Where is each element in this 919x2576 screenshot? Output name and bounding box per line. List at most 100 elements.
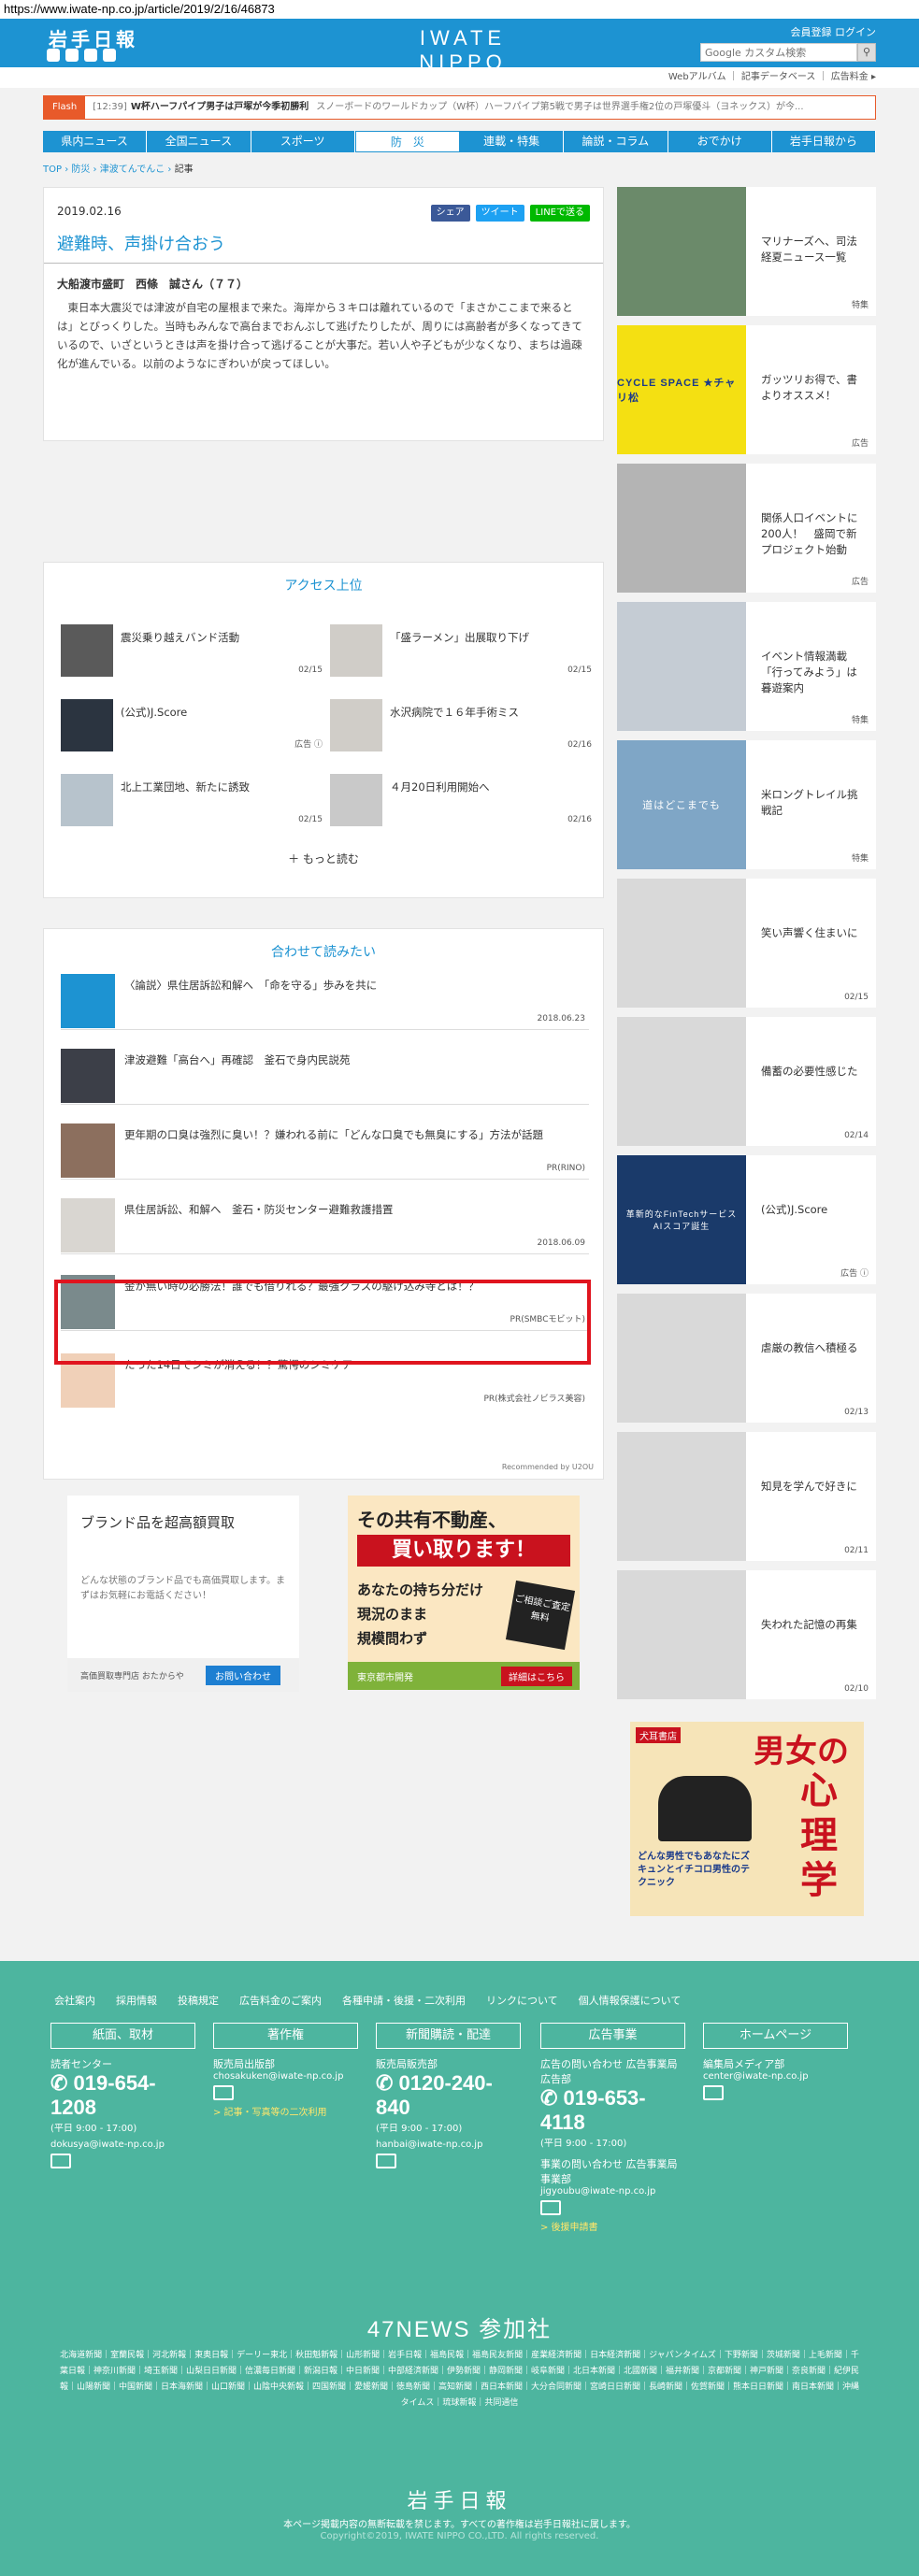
- email[interactable]: dokusya@iwate-np.co.jp: [50, 2140, 195, 2150]
- recommended-by[interactable]: Recommended by U2OU: [502, 1463, 594, 1471]
- footer-link[interactable]: 広告料金のご案内: [239, 1993, 322, 2008]
- mail-icon[interactable]: [703, 2085, 724, 2100]
- related-item[interactable]: 更年期の口臭は強烈に臭い！？嫌われる前に「どんな口臭でも無臭にする」方法が話題 …: [61, 1114, 589, 1180]
- ranking-title[interactable]: 水沢病院で１６年手術ミス: [390, 705, 586, 720]
- twitter-share-button[interactable]: ツイート: [475, 205, 524, 222]
- mail-icon[interactable]: [50, 2154, 71, 2168]
- footer-link[interactable]: 会社案内: [54, 1993, 95, 2008]
- ranking-title[interactable]: 震災乗り越えバンド活動: [121, 630, 317, 645]
- flash-headline[interactable]: W杯ハーフパイプ男子は戸塚が今季初勝利: [131, 96, 309, 119]
- related-item[interactable]: 県住居訴訟、和解へ 釜石・防災センター避難救護措置 2018.06.09: [61, 1189, 589, 1254]
- nav-sports[interactable]: スポーツ: [251, 131, 355, 152]
- related-item[interactable]: 〈論説〉県住居訴訟和解へ 「命を守る」歩みを共に 2018.06.23: [61, 965, 589, 1030]
- ad-detail-button[interactable]: 詳細はこちら: [501, 1667, 572, 1686]
- secondary-use-link[interactable]: > 記事・写真等の二次利用: [213, 2104, 358, 2118]
- footer-link[interactable]: リンクについて: [486, 1993, 558, 2008]
- related-item-title[interactable]: 県住居訴訟、和解へ 釜石・防災センター避難救護措置: [124, 1202, 582, 1217]
- sidebar-item[interactable]: イベント情報満載「行ってみよう」は暮遊案内 特集: [617, 602, 876, 731]
- psychology-book-ad[interactable]: 犬耳書店 男女の 心理学 どんな男性でもあなたにズキュンとイチコロ男性のテクニッ…: [630, 1722, 864, 1916]
- ranking-title[interactable]: (公式)J.Score: [121, 705, 317, 720]
- sidebar-item-title[interactable]: 失われた記憶の再集: [761, 1617, 864, 1633]
- ad-contact-button[interactable]: お問い合わせ: [206, 1666, 280, 1685]
- sidebar-item[interactable]: 知見を学んで好きに 02/11: [617, 1432, 876, 1561]
- facebook-icon[interactable]: [65, 49, 79, 62]
- sidebar-item[interactable]: 笑い声響く住まいに 02/15: [617, 879, 876, 1008]
- site-logo[interactable]: 岩手日報: [49, 24, 138, 51]
- breadcrumb-top[interactable]: TOP: [43, 165, 62, 175]
- sidebar-item[interactable]: CYCLE SPACE ★チャリ松 ガッツリお得で、書よりオススメ！ 広告: [617, 325, 876, 454]
- facebook-share-button[interactable]: シェア: [430, 205, 470, 222]
- instagram-icon[interactable]: [84, 49, 97, 62]
- ranking-item[interactable]: (公式)J.Score 広告 ⓘ: [61, 699, 323, 751]
- search-icon[interactable]: ⚲: [857, 43, 876, 62]
- mail-icon[interactable]: [540, 2200, 561, 2215]
- nav-disaster[interactable]: 防 災: [354, 131, 460, 152]
- 47news-title[interactable]: 47NEWS 参加社: [0, 2311, 919, 2343]
- flash-news-bar[interactable]: Flash [12:39] W杯ハーフパイプ男子は戸塚が今季初勝利 スノーボード…: [43, 95, 876, 120]
- nav-outing[interactable]: おでかけ: [668, 131, 772, 152]
- flash-text[interactable]: スノーボードのワールドカップ（W杯）ハーフパイプ第5戦で男子は世界選手権2位の戸…: [316, 96, 803, 119]
- real-estate-ad[interactable]: その共有不動産、 買い取ります！ あなたの持ち分だけ 現況のまま 規模問わず ご…: [348, 1496, 580, 1690]
- sidebar-item-title[interactable]: イベント情報満載「行ってみよう」は暮遊案内: [761, 649, 864, 696]
- more-button[interactable]: ＋ もっと読む: [44, 851, 603, 866]
- sidebar-item-title[interactable]: 米ロングトレイル挑戦記: [761, 787, 864, 819]
- email[interactable]: hanbai@iwate-np.co.jp: [376, 2140, 521, 2150]
- brand-name[interactable]: IWATE NIPPO: [374, 26, 552, 75]
- nav-opinion[interactable]: 論説・コラム: [564, 131, 668, 152]
- nav-features[interactable]: 連載・特集: [460, 131, 565, 152]
- related-item-title[interactable]: 〈論説〉県住居訴訟和解へ 「命を守る」歩みを共に: [124, 978, 582, 993]
- footer-logo[interactable]: 岩手日報: [0, 2484, 919, 2514]
- sidebar-item-title[interactable]: 虐厳の教信へ積極る: [761, 1340, 864, 1356]
- footer-col-head[interactable]: 著作権: [213, 2023, 358, 2049]
- sidebar-item[interactable]: 虐厳の教信へ積極る 02/13: [617, 1294, 876, 1423]
- twitter-icon[interactable]: [47, 49, 60, 62]
- nav-prefecture[interactable]: 県内ニュース: [43, 131, 148, 152]
- sidebar-item[interactable]: 関係人口イベントに200人！ 盛岡で新プロジェクト始動 広告: [617, 464, 876, 593]
- related-item-title[interactable]: 更年期の口臭は強烈に臭い！？嫌われる前に「どんな口臭でも無臭にする」方法が話題: [124, 1127, 582, 1142]
- ranking-title[interactable]: ４月20日利用開始へ: [390, 780, 586, 794]
- footer-col-head[interactable]: 広告事業: [540, 2023, 685, 2049]
- account-links[interactable]: 会員登録 ログイン: [791, 24, 877, 39]
- ad-title[interactable]: ブランド品を超高額買取: [80, 1512, 235, 1532]
- footer-link[interactable]: 投稿規定: [178, 1993, 219, 2008]
- sidebar-item-title[interactable]: ガッツリお得で、書よりオススメ！: [761, 372, 864, 404]
- email[interactable]: chosakuken@iwate-np.co.jp: [213, 2071, 358, 2082]
- sidebar-item[interactable]: 道はどこまでも 米ロングトレイル挑戦記 特集: [617, 740, 876, 869]
- ranking-item[interactable]: 震災乗り越えバンド活動 02/15: [61, 624, 323, 677]
- related-item-title[interactable]: 津波避難「高台へ」再確認 釜石で身内民説苑: [124, 1052, 582, 1067]
- footer-col-head[interactable]: ホームページ: [703, 2023, 848, 2049]
- sidebar-item[interactable]: 備蓄の必要性感じた 02/14: [617, 1017, 876, 1146]
- related-item[interactable]: 津波避難「高台へ」再確認 釜石で身内民説苑: [61, 1039, 589, 1105]
- ranking-item[interactable]: 水沢病院で１６年手術ミス 02/16: [330, 699, 592, 751]
- footer-col-head[interactable]: 紙面、取材: [50, 2023, 195, 2049]
- sidebar-item-title[interactable]: 笑い声響く住まいに: [761, 925, 864, 941]
- support-request-link[interactable]: > 後援申請書: [540, 2219, 685, 2233]
- nav-from-nippo[interactable]: 岩手日報から: [772, 131, 876, 152]
- footer-link[interactable]: 個人情報保護について: [579, 1993, 682, 2008]
- sidebar-item[interactable]: マリナーズへ、司法経夏ニュース一覧 特集: [617, 187, 876, 316]
- sidebar-item-title[interactable]: 備蓄の必要性感じた: [761, 1064, 864, 1080]
- search-input[interactable]: [700, 43, 857, 62]
- sidebar-item[interactable]: 失われた記憶の再集 02/10: [617, 1570, 876, 1699]
- nav-national[interactable]: 全国ニュース: [147, 131, 251, 152]
- breadcrumb-tsunami[interactable]: 津波てんでんこ: [100, 165, 165, 175]
- ranking-item[interactable]: ４月20日利用開始へ 02/16: [330, 774, 592, 826]
- ranking-title[interactable]: 「盛ラーメン」出展取り下げ: [390, 630, 586, 645]
- line-share-button[interactable]: LINEで送る: [529, 205, 590, 222]
- sidebar-item-title[interactable]: マリナーズへ、司法経夏ニュース一覧: [761, 234, 864, 265]
- sidebar-item-title[interactable]: 知見を学んで好きに: [761, 1479, 864, 1495]
- brand-buyback-ad[interactable]: ブランド品を超高額買取 どんな状態のブランド品でも高価買取します。まずはお気軽に…: [67, 1496, 299, 1692]
- ranking-title[interactable]: 北上工業団地、新たに誘致: [121, 780, 317, 794]
- ranking-item[interactable]: 「盛ラーメン」出展取り下げ 02/15: [330, 624, 592, 677]
- mail-icon[interactable]: [213, 2085, 234, 2100]
- sidebar-item[interactable]: 革新的なFinTechサービス AIスコア誕生 (公式)J.Score 広告 ⓘ: [617, 1155, 876, 1284]
- sidebar-item-title[interactable]: (公式)J.Score: [761, 1202, 864, 1218]
- mail-icon[interactable]: [376, 2154, 396, 2168]
- email[interactable]: jigyoubu@iwate-np.co.jp: [540, 2186, 685, 2197]
- email[interactable]: center@iwate-np.co.jp: [703, 2071, 848, 2082]
- footer-link[interactable]: 各種申請・後援・二次利用: [342, 1993, 466, 2008]
- sidebar-item-title[interactable]: 関係人口イベントに200人！ 盛岡で新プロジェクト始動: [761, 510, 864, 558]
- address-bar[interactable]: https://www.iwate-np.co.jp/article/2019/…: [0, 0, 919, 19]
- ranking-item[interactable]: 北上工業団地、新たに誘致 02/15: [61, 774, 323, 826]
- youtube-icon[interactable]: [103, 49, 116, 62]
